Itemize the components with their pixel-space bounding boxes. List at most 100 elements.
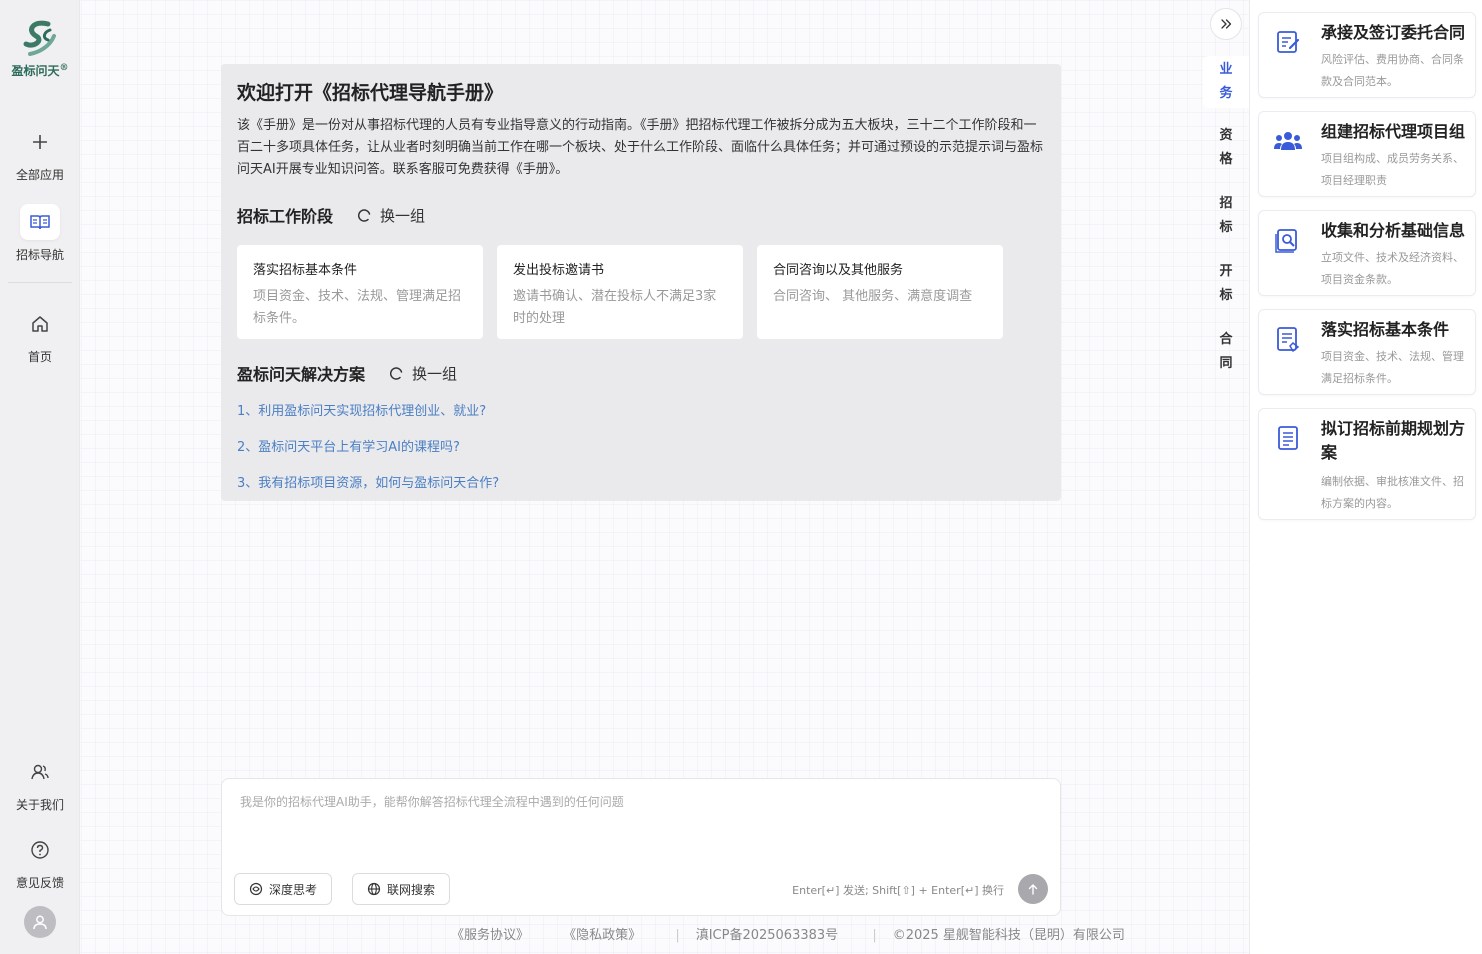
tab-char: 标 bbox=[1219, 220, 1233, 235]
contract-edit-icon bbox=[1273, 27, 1303, 57]
refresh-label: 换一组 bbox=[380, 206, 426, 225]
brand-logo[interactable]: 盈标问天® bbox=[0, 18, 80, 79]
question-link[interactable]: 1、利用盈标问天实现招标代理创业、就业? bbox=[237, 403, 1045, 439]
team-icon bbox=[1273, 126, 1303, 156]
panel-card-title: 承接及签订委托合同 bbox=[1321, 23, 1466, 42]
plan-document-icon bbox=[1273, 423, 1303, 453]
sidebar-item-bidding-nav[interactable]: 招标导航 bbox=[0, 204, 80, 263]
left-sidebar: 盈标问天® 全部应用 招标导航 首页 关于我们 意见反馈 bbox=[0, 0, 80, 954]
solutions-title: 盈标问天解决方案 bbox=[237, 365, 366, 384]
footer-separator: | bbox=[872, 928, 877, 943]
send-button[interactable] bbox=[1018, 874, 1048, 904]
panel-card-title: 组建招标代理项目组 bbox=[1321, 122, 1466, 141]
refresh-label: 换一组 bbox=[412, 364, 458, 383]
copyright: ©2025 星舰智能科技（昆明）有限公司 bbox=[892, 928, 1125, 943]
welcome-title: 欢迎打开《招标代理导航手册》 bbox=[237, 82, 504, 104]
checklist-icon bbox=[1273, 324, 1303, 354]
plus-icon bbox=[20, 124, 60, 160]
deep-think-button[interactable]: 深度思考 bbox=[234, 873, 333, 905]
tab-char: 合 bbox=[1219, 332, 1233, 347]
privacy-policy-link[interactable]: 《隐私政策》 bbox=[563, 928, 641, 943]
panel-card-title: 落实招标基本条件 bbox=[1321, 320, 1450, 339]
service-agreement-link[interactable]: 《服务协议》 bbox=[451, 928, 529, 943]
sidebar-item-label: 全部应用 bbox=[15, 168, 64, 182]
sidebar-divider bbox=[8, 282, 72, 283]
sidebar-item-all-apps[interactable]: 全部应用 bbox=[0, 124, 80, 183]
collapse-panel-button[interactable] bbox=[1210, 8, 1242, 40]
sidebar-item-label: 意见反馈 bbox=[15, 876, 64, 890]
panel-card-desc: 风险评估、费用协商、合同条款及合同范本。 bbox=[1321, 53, 1464, 88]
stage-card-desc: 邀请书确认、潜在投标人不满足3家时的处理 bbox=[513, 289, 717, 326]
sidebar-item-label: 首页 bbox=[27, 350, 52, 364]
icp-number[interactable]: 滇ICP备2025063383号 bbox=[696, 928, 838, 943]
panel-card[interactable]: 拟订招标前期规划方案 编制依据、审批核准文件、招标方案的内容。 bbox=[1258, 408, 1476, 520]
refresh-icon bbox=[358, 208, 371, 222]
chat-input[interactable] bbox=[240, 793, 1040, 853]
category-tabs: 业 务 资 格 招 标 开 标 合 同 bbox=[1203, 0, 1249, 954]
stages-header: 招标工作阶段 换一组 bbox=[237, 203, 1045, 227]
user-avatar-icon[interactable] bbox=[24, 906, 56, 938]
footer-separator: | bbox=[675, 928, 680, 943]
stage-card[interactable]: 发出投标邀请书 邀请书确认、潜在投标人不满足3家时的处理 bbox=[497, 245, 743, 339]
stage-card-title: 落实招标基本条件 bbox=[253, 263, 358, 278]
panel-card-desc: 项目资金、技术、法规、管理满足招标条件。 bbox=[1321, 350, 1464, 385]
people-icon bbox=[20, 754, 60, 790]
right-panel: 承接及签订委托合同 风险评估、费用协商、合同条款及合同范本。 组建招标代理项目组… bbox=[1249, 0, 1482, 954]
question-link[interactable]: 2、盈标问天平台上有学习AI的课程吗? bbox=[237, 439, 1045, 475]
chat-input-box: 深度思考 联网搜索 Enter[↵] 发送; Shift[⇧] + Enter[… bbox=[221, 778, 1061, 916]
arrow-up-icon bbox=[1028, 884, 1038, 895]
tab-char: 同 bbox=[1219, 356, 1233, 371]
stage-card[interactable]: 落实招标基本条件 项目资金、技术、法规、管理满足招标条件。 bbox=[237, 245, 483, 339]
book-icon bbox=[20, 204, 60, 240]
tab-char: 格 bbox=[1219, 152, 1233, 167]
sidebar-item-label: 关于我们 bbox=[15, 798, 64, 812]
panel-card-title: 收集和分析基础信息 bbox=[1321, 221, 1466, 240]
welcome-description: 该《手册》是一份对从事招标代理的人员有专业指导意义的行动指南。《手册》把招标代理… bbox=[237, 118, 1044, 177]
deep-think-label: 深度思考 bbox=[269, 882, 318, 897]
panel-card[interactable]: 落实招标基本条件 项目资金、技术、法规、管理满足招标条件。 bbox=[1258, 309, 1476, 395]
panel-card-title: 拟订招标前期规划方案 bbox=[1321, 419, 1466, 462]
tab-char: 开 bbox=[1219, 264, 1233, 279]
tab-char: 资 bbox=[1219, 128, 1233, 143]
web-search-label: 联网搜索 bbox=[387, 882, 436, 897]
stage-card-desc: 合同咨询、 其他服务、满意度调查 bbox=[773, 289, 973, 304]
sidebar-item-feedback[interactable]: 意见反馈 bbox=[0, 832, 80, 891]
tab-contract[interactable]: 合 同 bbox=[1203, 328, 1249, 376]
tab-char: 标 bbox=[1219, 288, 1233, 303]
question-link[interactable]: 3、我有招标项目资源，如何与盈标问天合作? bbox=[237, 475, 1045, 511]
panel-card-desc: 项目组构成、成员劳务关系、项目经理职责 bbox=[1321, 152, 1464, 187]
help-icon bbox=[20, 832, 60, 868]
brand-name: 盈标问天® bbox=[11, 63, 69, 78]
home-icon bbox=[20, 306, 60, 342]
stage-card[interactable]: 合同咨询以及其他服务 合同咨询、 其他服务、满意度调查 bbox=[757, 245, 1003, 339]
logo-swirl-icon bbox=[23, 20, 56, 56]
globe-icon bbox=[367, 882, 381, 896]
web-search-button[interactable]: 联网搜索 bbox=[352, 873, 451, 905]
tab-bid-opening[interactable]: 开 标 bbox=[1203, 260, 1249, 308]
stages-title: 招标工作阶段 bbox=[237, 207, 334, 226]
sidebar-item-home[interactable]: 首页 bbox=[0, 306, 80, 365]
tab-qualification[interactable]: 资 格 bbox=[1203, 124, 1249, 172]
stage-card-title: 合同咨询以及其他服务 bbox=[773, 263, 904, 278]
welcome-panel: 欢迎打开《招标代理导航手册》 该《手册》是一份对从事招标代理的人员有专业指导意义… bbox=[221, 64, 1061, 501]
stages-refresh-button[interactable]: 换一组 bbox=[357, 205, 425, 226]
footer: 《服务协议》 《隐私政策》 | 滇ICP备2025063383号 | ©2025 星… bbox=[451, 924, 1155, 943]
sidebar-item-about[interactable]: 关于我们 bbox=[0, 754, 80, 813]
keyboard-hint: Enter[↵] 发送; Shift[⇧] + Enter[↵] 换行 bbox=[792, 884, 1004, 897]
solutions-header: 盈标问天解决方案 换一组 bbox=[237, 361, 1045, 385]
tab-char: 业 bbox=[1219, 62, 1233, 77]
panel-card[interactable]: 收集和分析基础信息 立项文件、技术及经济资料、项目资金条款。 bbox=[1258, 210, 1476, 296]
stage-card-title: 发出投标邀请书 bbox=[513, 263, 605, 278]
sidebar-item-label: 招标导航 bbox=[15, 248, 64, 262]
panel-card-desc: 立项文件、技术及经济资料、项目资金条款。 bbox=[1321, 251, 1464, 286]
tab-business[interactable]: 业 务 bbox=[1203, 56, 1249, 108]
tab-char: 务 bbox=[1219, 86, 1233, 101]
double-chevron-right-icon bbox=[1221, 19, 1232, 29]
solutions-refresh-button[interactable]: 换一组 bbox=[389, 363, 457, 384]
tab-char: 招 bbox=[1219, 196, 1233, 211]
tab-bidding[interactable]: 招 标 bbox=[1203, 192, 1249, 240]
stage-card-desc: 项目资金、技术、法规、管理满足招标条件。 bbox=[253, 289, 462, 326]
panel-card-desc: 编制依据、审批核准文件、招标方案的内容。 bbox=[1321, 475, 1464, 510]
panel-card[interactable]: 组建招标代理项目组 项目组构成、成员劳务关系、项目经理职责 bbox=[1258, 111, 1476, 197]
panel-card[interactable]: 承接及签订委托合同 风险评估、费用协商、合同条款及合同范本。 bbox=[1258, 12, 1476, 98]
